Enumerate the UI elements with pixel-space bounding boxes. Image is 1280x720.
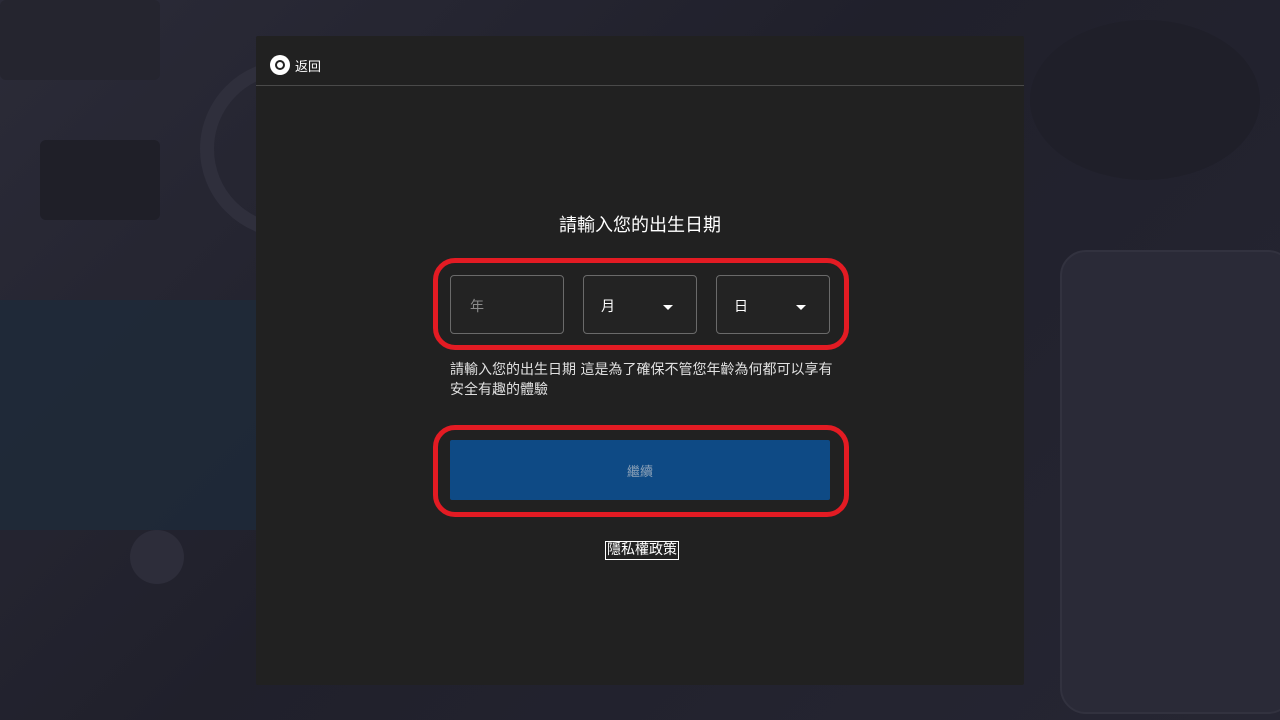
background-blur-shape <box>0 300 260 530</box>
background-blur-shape <box>130 530 184 584</box>
background-blur-shape <box>40 140 160 220</box>
month-value: 月 <box>601 299 615 315</box>
background-blur-shape <box>1060 250 1280 714</box>
birthdate-dialog: 返回 請輸入您的出生日期 年 月 日 請輸入您的出生日期 這是為了確保不管您年齡… <box>256 36 1024 685</box>
back-button[interactable]: 返回 <box>270 55 321 75</box>
page-title: 請輸入您的出生日期 <box>559 215 721 236</box>
privacy-policy-link[interactable]: 隱私權政策 <box>605 541 679 560</box>
description-text: 請輸入您的出生日期 這是為了確保不管您年齡為何都可以享有安全有趣的體驗 <box>450 362 833 398</box>
background-blur-shape <box>0 0 160 80</box>
month-select[interactable]: 月 <box>583 275 697 334</box>
day-value: 日 <box>734 299 748 315</box>
day-select[interactable]: 日 <box>716 275 830 334</box>
year-input[interactable]: 年 <box>450 275 564 334</box>
continue-label: 繼續 <box>626 464 653 480</box>
back-circle-icon <box>270 55 290 75</box>
chevron-down-icon <box>796 305 806 310</box>
continue-button[interactable]: 繼續 <box>450 440 830 500</box>
year-placeholder: 年 <box>470 299 484 315</box>
background-blur-shape <box>1030 20 1260 180</box>
chevron-down-icon <box>663 305 673 310</box>
top-bar: 返回 <box>256 36 1024 86</box>
back-label: 返回 <box>295 59 322 75</box>
